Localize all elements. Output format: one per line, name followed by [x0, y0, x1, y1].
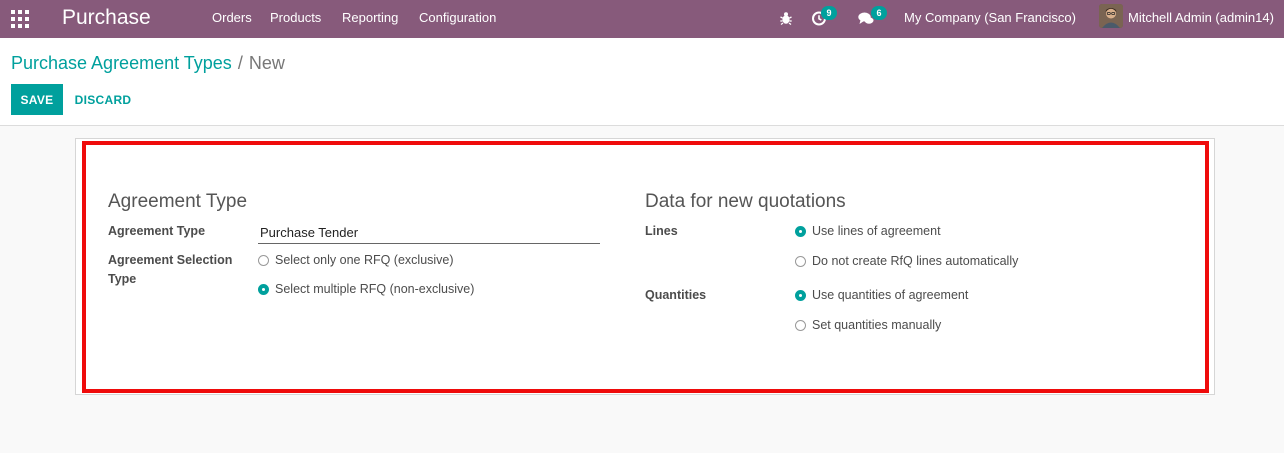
agreement-type-label: Agreement Type: [108, 224, 206, 238]
activity-count-badge: 9: [821, 6, 837, 20]
radio-option-label: Use quantities of agreement: [812, 288, 969, 302]
control-panel: Purchase Agreement Types / New SAVE DISCAR…: [0, 38, 1284, 126]
radio-button-selected[interactable]: [795, 289, 806, 301]
radio-option-no-rfq-lines[interactable]: Do not create RfQ lines automatically: [795, 253, 1018, 269]
radio-option-use-lines[interactable]: Use lines of agreement: [795, 223, 941, 239]
radio-button[interactable]: [795, 255, 806, 267]
discard-button[interactable]: DISCARD: [66, 84, 140, 115]
radio-button[interactable]: [795, 319, 806, 331]
app-title[interactable]: Purchase: [62, 5, 151, 31]
company-switcher[interactable]: My Company (San Francisco): [904, 10, 1076, 26]
user-menu[interactable]: Mitchell Admin (admin14): [1128, 10, 1274, 26]
radio-option-label: Select multiple RFQ (non-exclusive): [275, 282, 475, 296]
radio-option-label: Select only one RFQ (exclusive): [275, 253, 454, 267]
radio-option-non-exclusive[interactable]: Select multiple RFQ (non-exclusive): [258, 281, 474, 297]
quantities-label: Quantities: [645, 288, 707, 302]
lines-label: Lines: [645, 224, 678, 238]
breadcrumb-separator: /: [237, 53, 243, 73]
radio-option-use-quantities[interactable]: Use quantities of agreement: [795, 287, 968, 303]
apps-menu-icon[interactable]: [11, 10, 29, 28]
breadcrumb-parent-link[interactable]: Purchase Agreement Types: [11, 53, 232, 73]
breadcrumb: Purchase Agreement Types / New: [11, 52, 285, 74]
radio-option-label: Set quantities manually: [812, 318, 942, 332]
radio-option-label: Use lines of agreement: [812, 224, 941, 238]
radio-button-selected[interactable]: [795, 225, 806, 237]
menu-item-reporting[interactable]: Reporting: [342, 10, 398, 26]
messages-count-badge: 6: [871, 6, 887, 20]
radio-option-label: Do not create RfQ lines automatically: [812, 254, 1019, 268]
group-title-data-for-new-quotations: Data for new quotations: [645, 191, 846, 212]
menu-item-configuration[interactable]: Configuration: [419, 10, 496, 26]
radio-button[interactable]: [258, 254, 269, 266]
radio-button-selected[interactable]: [258, 283, 269, 295]
agreement-selection-label-line2: Type: [108, 272, 137, 286]
save-button[interactable]: SAVE: [11, 84, 63, 115]
menu-item-orders[interactable]: Orders: [212, 10, 252, 26]
agreement-type-input[interactable]: [258, 221, 600, 244]
agreement-selection-label-line1: Agreement Selection: [108, 253, 233, 267]
bug-icon[interactable]: [777, 9, 795, 27]
group-title-agreement-type: Agreement Type: [108, 191, 248, 212]
radio-option-exclusive[interactable]: Select only one RFQ (exclusive): [258, 252, 454, 268]
top-navbar: Purchase Orders Products Reporting Confi…: [0, 0, 1284, 38]
menu-item-products[interactable]: Products: [270, 10, 321, 26]
user-avatar[interactable]: [1099, 4, 1123, 28]
form-sheet: [75, 138, 1215, 395]
radio-option-set-quantities-manually[interactable]: Set quantities manually: [795, 317, 941, 333]
breadcrumb-current: New: [248, 53, 285, 73]
